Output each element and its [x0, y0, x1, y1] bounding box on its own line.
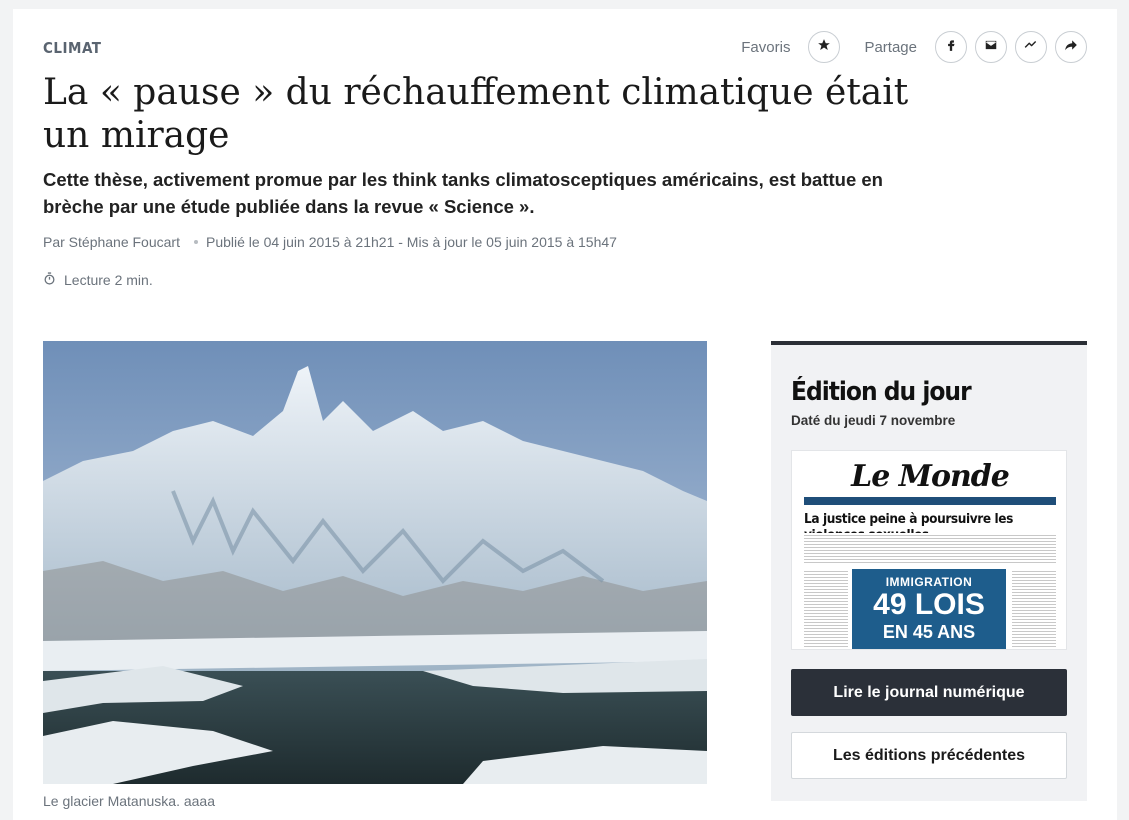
share-mail-button[interactable] — [975, 31, 1007, 63]
reading-time: Lecture 2 min. — [43, 272, 153, 288]
share-facebook-button[interactable] — [935, 31, 967, 63]
article-card: CLIMAT Favoris Partage La « pause » du r… — [13, 9, 1117, 820]
article-image — [43, 341, 707, 784]
cover-text-columns — [804, 533, 1056, 565]
cover-right-column — [1012, 569, 1056, 649]
image-caption: Le glacier Matanuska. aaaa — [43, 793, 215, 809]
messenger-icon — [1024, 38, 1038, 57]
meta-separator-dot — [193, 240, 198, 244]
read-digital-edition-button[interactable]: Lire le journal numérique — [791, 669, 1067, 716]
edition-title: Édition du jour — [791, 377, 972, 407]
facebook-icon — [944, 38, 958, 57]
newspaper-cover[interactable]: Le Monde La justice peine à poursuivre l… — [791, 450, 1067, 650]
cover-box-kicker: IMMIGRATION — [885, 575, 973, 589]
article-standfirst: Cette thèse, activement promue par les t… — [43, 169, 883, 217]
cover-feature-box: IMMIGRATION 49 LOIS EN 45 ANS — [852, 569, 1006, 649]
cover-masthead: Le Monde — [851, 459, 1010, 494]
cover-section-bar — [804, 497, 1056, 505]
publication-date: Publié le 04 juin 2015 à 21h21 - Mis à j… — [205, 234, 617, 250]
cover-left-column — [804, 569, 848, 649]
previous-editions-button[interactable]: Les éditions précédentes — [791, 732, 1067, 779]
cover-box-sub: EN 45 ANS — [882, 622, 976, 642]
share-messenger-button[interactable] — [1015, 31, 1047, 63]
share-arrow-icon — [1064, 38, 1078, 57]
article-title: La « pause » du réchauffement climatique… — [43, 72, 909, 156]
author-link[interactable]: Par Stéphane Foucart — [43, 234, 180, 250]
mail-icon — [984, 38, 998, 57]
article-meta: Par Stéphane Foucart Publié le 04 juin 2… — [43, 234, 617, 250]
edition-du-jour-panel: Édition du jour Daté du jeudi 7 novembre… — [771, 341, 1087, 801]
article-actions: Favoris Partage — [741, 31, 1087, 63]
stopwatch-icon — [43, 272, 64, 288]
favorites-label: Favoris — [741, 38, 791, 56]
favorite-button[interactable] — [808, 31, 841, 63]
share-more-button[interactable] — [1055, 31, 1087, 63]
edition-date: Daté du jeudi 7 novembre — [791, 413, 956, 428]
reading-time-label: Lecture 2 min. — [64, 272, 153, 288]
star-icon — [817, 38, 831, 57]
share-label: Partage — [864, 38, 917, 56]
cover-box-main: 49 LOIS — [873, 588, 985, 621]
rubric-label[interactable]: CLIMAT — [43, 39, 101, 57]
